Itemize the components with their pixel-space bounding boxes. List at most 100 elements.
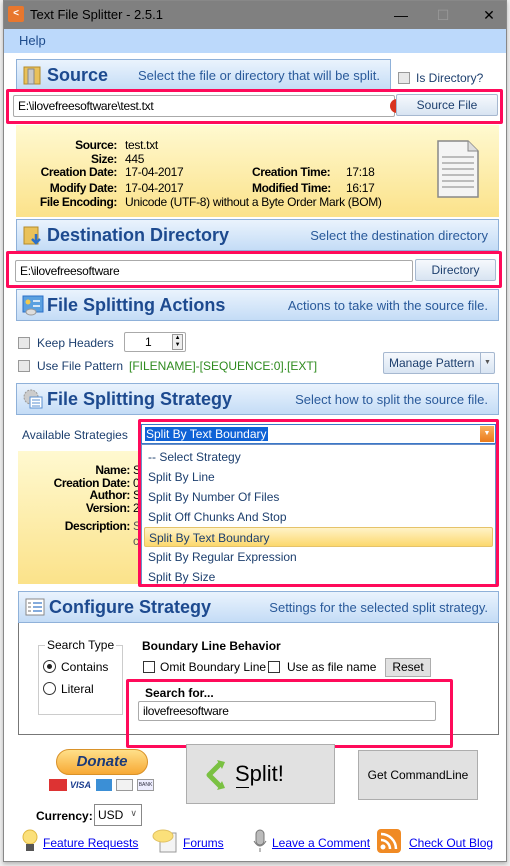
strategy-selected-value: Split By Text Boundary: [145, 427, 268, 441]
destination-header: Destination Directory Select the destina…: [16, 219, 499, 251]
configure-header: Configure Strategy Settings for the sele…: [18, 591, 499, 623]
strategy-name-label: Name:: [95, 463, 130, 477]
forums-icon: [152, 829, 177, 853]
leave-comment-link[interactable]: Leave a Comment: [272, 836, 370, 850]
get-commandline-button[interactable]: Get CommandLine: [358, 750, 478, 800]
creation-date-label: Creation Date:: [40, 165, 118, 179]
strategy-option[interactable]: Split By Line: [144, 467, 493, 487]
source-info-panel: Source: test.txt Size: 445 Creation Date…: [16, 125, 499, 217]
literal-label: Literal: [61, 682, 94, 696]
search-type-label: Search Type: [45, 638, 117, 652]
source-file-button[interactable]: Source File: [396, 94, 498, 116]
chevron-down-icon: ∨: [130, 808, 137, 818]
use-as-filename-label: Use as file name: [287, 660, 377, 674]
actions-title: File Splitting Actions: [47, 295, 226, 315]
source-value: test.txt: [125, 138, 158, 152]
split-arrows-icon: [206, 760, 225, 790]
strategy-select[interactable]: Split By Text Boundary ▼: [141, 424, 496, 444]
dropdown-arrow-icon[interactable]: ▼: [480, 426, 494, 442]
split-label: Split!: [235, 761, 284, 786]
destination-path-input[interactable]: E:\ilovefreesoftware: [15, 260, 413, 282]
check-out-blog-link[interactable]: Check Out Blog: [409, 836, 493, 850]
directory-button[interactable]: Directory: [415, 259, 496, 281]
use-file-pattern-checkbox[interactable]: [18, 360, 30, 372]
currency-value: USD: [98, 808, 124, 822]
reset-button[interactable]: Reset: [385, 658, 431, 677]
bank-icon: BANK: [137, 779, 154, 791]
spinner-arrows-icon[interactable]: ▲ ▼: [172, 334, 183, 350]
keep-headers-value: 1: [145, 335, 152, 349]
menu-help[interactable]: Help: [19, 33, 46, 48]
strategy-option[interactable]: Split Off Chunks And Stop: [144, 507, 493, 527]
actions-description: Actions to take with the source file.: [287, 298, 488, 313]
feature-requests-link[interactable]: Feature Requests: [43, 836, 138, 850]
gear-list-icon: [23, 389, 43, 409]
app-icon: <: [8, 6, 24, 22]
title-bar: < Text File Splitter - 2.5.1 — ☐ ✕: [4, 1, 506, 29]
source-description: Select the file or directory that will b…: [137, 68, 380, 83]
payment-cards: VISA BANK: [49, 779, 159, 793]
file-pattern-value: [FILENAME]-[SEQUENCE:0].[EXT]: [129, 359, 318, 373]
actions-icon: [22, 295, 44, 316]
search-type-group: Search Type Contains Literal: [38, 638, 123, 715]
keep-headers-spinner[interactable]: 1 ▲ ▼: [124, 332, 186, 352]
close-button[interactable]: ✕: [466, 1, 510, 29]
discover-icon: [116, 779, 133, 791]
strategy-option[interactable]: Split By Size: [144, 567, 493, 587]
forums-link[interactable]: Forums: [183, 836, 224, 850]
modify-date-value: 17-04-2017: [125, 181, 184, 195]
strategy-option[interactable]: -- Select Strategy: [144, 447, 493, 467]
lightbulb-icon: [22, 829, 38, 851]
strategy-title: File Splitting Strategy: [47, 389, 233, 409]
strategy-description: Select how to split the source file.: [295, 392, 488, 407]
search-for-label: Search for...: [145, 686, 214, 700]
strategy-header: File Splitting Strategy Select how to sp…: [16, 383, 499, 415]
text-file-icon: [437, 140, 479, 198]
contains-label: Contains: [61, 660, 109, 674]
rss-icon: [377, 829, 401, 853]
contains-radio[interactable]: [43, 660, 56, 673]
mastercard-icon: [49, 779, 67, 791]
strategy-version-label: Version:: [85, 501, 131, 515]
use-file-pattern-label: Use File Pattern: [37, 359, 124, 373]
folder-icon: [23, 66, 41, 85]
keep-headers-label: Keep Headers: [37, 336, 114, 350]
actions-header: File Splitting Actions Actions to take w…: [16, 289, 499, 321]
source-path-input[interactable]: E:\ilovefreesoftware\test.txt: [13, 95, 395, 117]
search-for-input[interactable]: ilovefreesoftware: [138, 701, 436, 721]
strategy-option[interactable]: Split By Regular Expression: [144, 547, 493, 567]
destination-description: Select the destination directory: [310, 228, 488, 243]
source-header: Source Select the file or directory that…: [16, 59, 391, 91]
maximize-button[interactable]: ☐: [420, 1, 466, 29]
app-window: < Text File Splitter - 2.5.1 — ☐ ✕ Help …: [3, 0, 507, 862]
boundary-behavior-label: Boundary Line Behavior: [142, 639, 281, 653]
configure-title: Configure Strategy: [49, 597, 212, 617]
manage-pattern-label: Manage Pattern: [389, 356, 475, 370]
source-title: Source: [47, 65, 109, 85]
is-directory-checkbox[interactable]: [398, 72, 410, 84]
strategy-option[interactable]: Split By Number Of Files: [144, 487, 493, 507]
encoding-value: Unicode (UTF-8) without a Byte Order Mar…: [125, 195, 382, 209]
use-as-filename-checkbox[interactable]: [268, 661, 280, 673]
minimize-button[interactable]: —: [378, 1, 424, 29]
creation-date-value: 17-04-2017: [125, 165, 184, 179]
strategy-description-label: Description:: [64, 519, 131, 533]
donate-button[interactable]: Donate: [56, 749, 148, 775]
is-directory-label: Is Directory?: [416, 71, 484, 85]
strategy-option-selected[interactable]: Split By Text Boundary: [144, 527, 493, 547]
size-value: 445: [125, 152, 145, 166]
checklist-icon: [25, 598, 45, 616]
available-strategies-label: Available Strategies: [22, 428, 128, 442]
omit-boundary-checkbox[interactable]: [143, 661, 155, 673]
configure-panel: Search Type Contains Literal Boundary Li…: [18, 623, 499, 735]
split-button[interactable]: Split!: [186, 744, 335, 804]
visa-icon: VISA: [70, 780, 92, 790]
chevron-down-icon[interactable]: ▼: [480, 353, 494, 373]
manage-pattern-button[interactable]: Manage Pattern ▼: [383, 352, 495, 374]
size-label: Size:: [90, 152, 117, 166]
keep-headers-checkbox[interactable]: [18, 337, 30, 349]
literal-radio[interactable]: [43, 682, 56, 695]
source-label: Source:: [75, 138, 117, 152]
currency-select[interactable]: USD ∨: [94, 804, 142, 826]
encoding-label: File Encoding:: [39, 195, 117, 209]
